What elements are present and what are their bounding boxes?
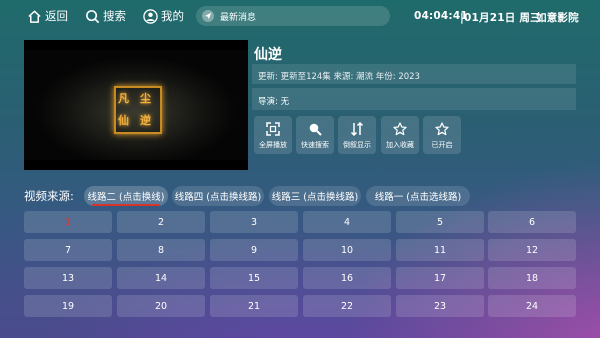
source-line-2[interactable]: 线路二 (点击换线) bbox=[84, 186, 168, 206]
star-icon bbox=[393, 121, 407, 137]
episode-button[interactable]: 8 bbox=[117, 239, 205, 261]
episode-button[interactable]: 9 bbox=[210, 239, 298, 261]
video-player[interactable]: 凡 尘 仙 逆 bbox=[24, 40, 248, 170]
search-icon bbox=[84, 8, 100, 24]
add-favorite-label: 加入收藏 bbox=[386, 141, 414, 149]
episode-button[interactable]: 3 bbox=[210, 211, 298, 233]
source-line-4[interactable]: 线路四 (点击换线路) bbox=[172, 186, 264, 206]
clock-date: |01月21日 周三 bbox=[460, 12, 541, 24]
episode-button[interactable]: 10 bbox=[303, 239, 391, 261]
episode-button[interactable]: 1 bbox=[24, 211, 112, 233]
quick-search-button[interactable]: 快速搜索 bbox=[296, 116, 334, 154]
episode-button[interactable]: 7 bbox=[24, 239, 112, 261]
back-label: 返回 bbox=[45, 9, 68, 23]
episode-button[interactable]: 15 bbox=[210, 267, 298, 289]
video-actors: 导演: 无 bbox=[258, 97, 290, 107]
episode-button[interactable]: 2 bbox=[117, 211, 205, 233]
mine-button[interactable]: 我的 bbox=[142, 6, 184, 26]
sort-icon bbox=[350, 121, 364, 137]
source-label: 视频来源: bbox=[24, 189, 74, 203]
episode-button[interactable]: 17 bbox=[396, 267, 484, 289]
message-bar[interactable]: 最新消息 bbox=[196, 6, 390, 26]
send-icon bbox=[202, 10, 214, 22]
episode-button[interactable]: 23 bbox=[396, 295, 484, 317]
episode-button[interactable]: 20 bbox=[117, 295, 205, 317]
episode-button[interactable]: 13 bbox=[24, 267, 112, 289]
mine-label: 我的 bbox=[161, 9, 184, 23]
user-icon bbox=[142, 8, 158, 24]
active-source-underline bbox=[92, 204, 160, 206]
message-label: 最新消息 bbox=[220, 12, 257, 23]
episode-button[interactable]: 14 bbox=[117, 267, 205, 289]
episode-button[interactable]: 16 bbox=[303, 267, 391, 289]
episode-button[interactable]: 24 bbox=[488, 295, 576, 317]
back-button[interactable]: 返回 bbox=[26, 6, 68, 26]
episode-button[interactable]: 4 bbox=[303, 211, 391, 233]
episode-button[interactable]: 6 bbox=[488, 211, 576, 233]
reverse-order-button[interactable]: 倒叙显示 bbox=[338, 116, 376, 154]
fullscreen-label: 全屏播放 bbox=[259, 141, 287, 149]
actor-panel bbox=[252, 88, 576, 110]
star-icon bbox=[435, 121, 449, 137]
episode-button[interactable]: 12 bbox=[488, 239, 576, 261]
enabled-label: 已开启 bbox=[431, 141, 453, 149]
search-button[interactable]: 搜索 bbox=[84, 6, 126, 26]
search-label: 搜索 bbox=[103, 9, 126, 23]
home-icon bbox=[26, 8, 42, 24]
enabled-button[interactable]: 已开启 bbox=[423, 116, 461, 154]
episode-button[interactable]: 5 bbox=[396, 211, 484, 233]
source-line-3[interactable]: 线路三 (点击换线路) bbox=[269, 186, 361, 206]
app-name: 如意影院 bbox=[536, 12, 579, 24]
video-title: 仙逆 bbox=[254, 47, 282, 63]
video-frame: 凡 尘 仙 逆 bbox=[24, 50, 248, 160]
episode-button[interactable]: 22 bbox=[303, 295, 391, 317]
fullscreen-icon bbox=[266, 121, 280, 137]
episode-button[interactable]: 11 bbox=[396, 239, 484, 261]
video-meta: 更新: 更新至124集 来源: 潮流 年份: 2023 bbox=[258, 72, 420, 82]
episode-button[interactable]: 18 bbox=[488, 267, 576, 289]
quick-search-label: 快速搜索 bbox=[301, 141, 329, 149]
reverse-order-label: 倒叙显示 bbox=[343, 141, 371, 149]
episode-button[interactable]: 21 bbox=[210, 295, 298, 317]
episode-button[interactable]: 19 bbox=[24, 295, 112, 317]
source-line-1[interactable]: 线路一 (点击选线路) bbox=[366, 186, 470, 206]
show-logo: 凡 尘 仙 逆 bbox=[114, 86, 162, 134]
add-favorite-button[interactable]: 加入收藏 bbox=[381, 116, 419, 154]
fullscreen-button[interactable]: 全屏播放 bbox=[254, 116, 292, 154]
search-icon bbox=[308, 121, 322, 137]
